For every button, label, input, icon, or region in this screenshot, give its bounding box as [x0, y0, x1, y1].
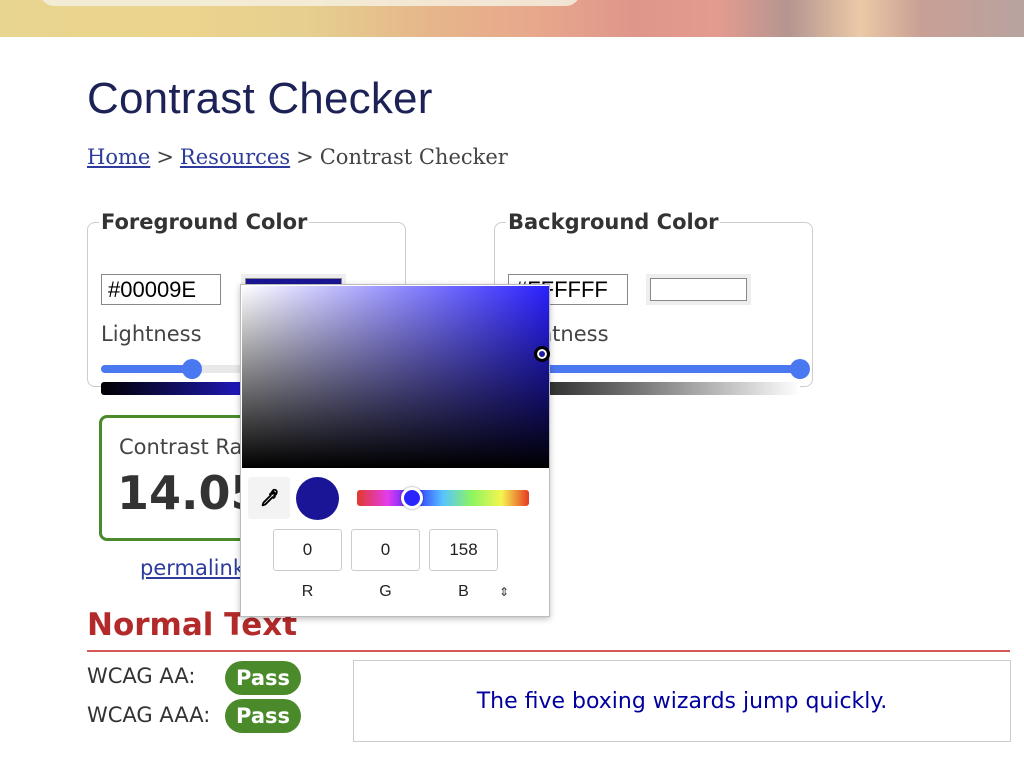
permalink-link[interactable]: permalink: [140, 556, 245, 580]
hue-slider-thumb[interactable]: [401, 487, 423, 509]
background-lightness-slider[interactable]: [508, 359, 810, 379]
wcag-aa-status-badge: Pass: [225, 661, 301, 695]
foreground-lightness-thumb[interactable]: [181, 359, 202, 379]
breadcrumb: Home > Resources > Contrast Checker: [87, 145, 508, 169]
foreground-legend: Foreground Color: [101, 210, 308, 234]
breadcrumb-resources-link[interactable]: Resources: [180, 145, 290, 169]
eyedropper-button[interactable]: [248, 477, 290, 519]
green-label: G: [379, 583, 392, 600]
foreground-lightness-fill: [101, 365, 192, 373]
normal-text-sample: The five boxing wizards jump quickly.: [353, 660, 1011, 742]
background-swatch: [650, 278, 747, 301]
color-picker-popup: R G B ⇕: [240, 284, 550, 617]
breadcrumb-separator: >: [296, 145, 314, 169]
header-banner: [0, 0, 1024, 37]
breadcrumb-separator: >: [156, 145, 174, 169]
saturation-value-cursor[interactable]: [534, 346, 550, 362]
green-input[interactable]: [351, 529, 420, 571]
saturation-value-area[interactable]: [242, 286, 549, 468]
blue-input[interactable]: [429, 529, 498, 571]
wcag-aaa-label: WCAG AAA:: [87, 703, 211, 727]
background-legend: Background Color: [508, 210, 719, 234]
page-title: Contrast Checker: [87, 74, 433, 123]
section-divider: [87, 650, 1010, 652]
header-search-pill: [40, 0, 580, 6]
blue-label: B: [458, 583, 469, 600]
hue-slider[interactable]: [357, 490, 529, 506]
color-preview: [296, 477, 339, 520]
red-input[interactable]: [273, 529, 342, 571]
background-color-picker-button[interactable]: [646, 274, 751, 305]
wcag-aaa-status-badge: Pass: [225, 699, 301, 733]
wcag-aa-label: WCAG AA:: [87, 664, 196, 688]
foreground-hex-input[interactable]: [101, 274, 221, 305]
color-mode-toggle-icon[interactable]: ⇕: [497, 583, 511, 601]
background-lightness-thumb[interactable]: [790, 359, 810, 379]
background-lightness-fill: [508, 365, 800, 373]
breadcrumb-home-link[interactable]: Home: [87, 145, 150, 169]
breadcrumb-current: Contrast Checker: [319, 145, 508, 169]
red-label: R: [301, 583, 314, 600]
sample-text: The five boxing wizards jump quickly.: [476, 688, 888, 714]
foreground-lightness-label: Lightness: [101, 322, 202, 346]
background-lightness-gradient: [508, 382, 800, 395]
eyedropper-icon: [261, 488, 278, 507]
